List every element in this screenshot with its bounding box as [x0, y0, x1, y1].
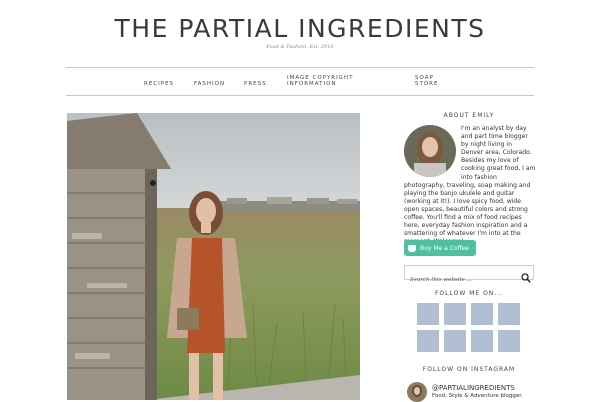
social-icon[interactable]	[444, 303, 466, 325]
site-tagline: Food & Fashion. Est. 2010	[266, 44, 334, 50]
social-icon[interactable]	[498, 330, 520, 352]
nav-item-press[interactable]: PRESS	[244, 81, 267, 87]
search-form	[404, 265, 534, 287]
coffee-cup-icon	[408, 244, 416, 252]
nav-item-soap-store[interactable]: SOAP STORE	[415, 75, 438, 87]
social-icon[interactable]	[417, 330, 439, 352]
social-icon[interactable]	[498, 303, 520, 325]
site-title[interactable]: THE PARTIAL INGREDIENTS	[0, 14, 600, 43]
instagram-heading: FOLLOW ON INSTAGRAM	[422, 366, 516, 373]
follow-heading: FOLLOW ME ON...	[434, 290, 503, 297]
social-icon[interactable]	[444, 330, 466, 352]
about-heading: ABOUT EMILY	[443, 112, 495, 119]
social-icon[interactable]	[471, 330, 493, 352]
instagram-avatar[interactable]	[407, 382, 427, 402]
coffee-button-label: Buy Me a Coffee	[420, 244, 470, 252]
social-icon[interactable]	[471, 303, 493, 325]
nav-bottom-divider	[66, 95, 534, 96]
instagram-bio: Food, Style & Adventure blogger.	[432, 393, 523, 399]
nav-top-divider	[66, 67, 534, 68]
search-icon[interactable]	[521, 268, 531, 283]
author-avatar	[404, 125, 456, 177]
featured-post-image[interactable]	[67, 113, 360, 400]
social-icon[interactable]	[417, 303, 439, 325]
nav-item-soap-line2: STORE	[415, 81, 439, 87]
about-section: I'm an analyst by day and part time blog…	[404, 125, 536, 246]
instagram-handle[interactable]: @PARTIALINGREDIENTS	[432, 384, 515, 392]
nav-item-fashion[interactable]: FASHION	[194, 81, 225, 87]
nav-item-image-copyright-line2: INFORMATION	[287, 81, 337, 87]
buy-me-a-coffee-button[interactable]: Buy Me a Coffee	[404, 240, 476, 256]
nav-item-recipes[interactable]: RECIPES	[144, 81, 174, 87]
nav-item-image-copyright[interactable]: IMAGE COPYRIGHT INFORMATION	[287, 75, 353, 87]
search-input[interactable]	[405, 273, 520, 287]
